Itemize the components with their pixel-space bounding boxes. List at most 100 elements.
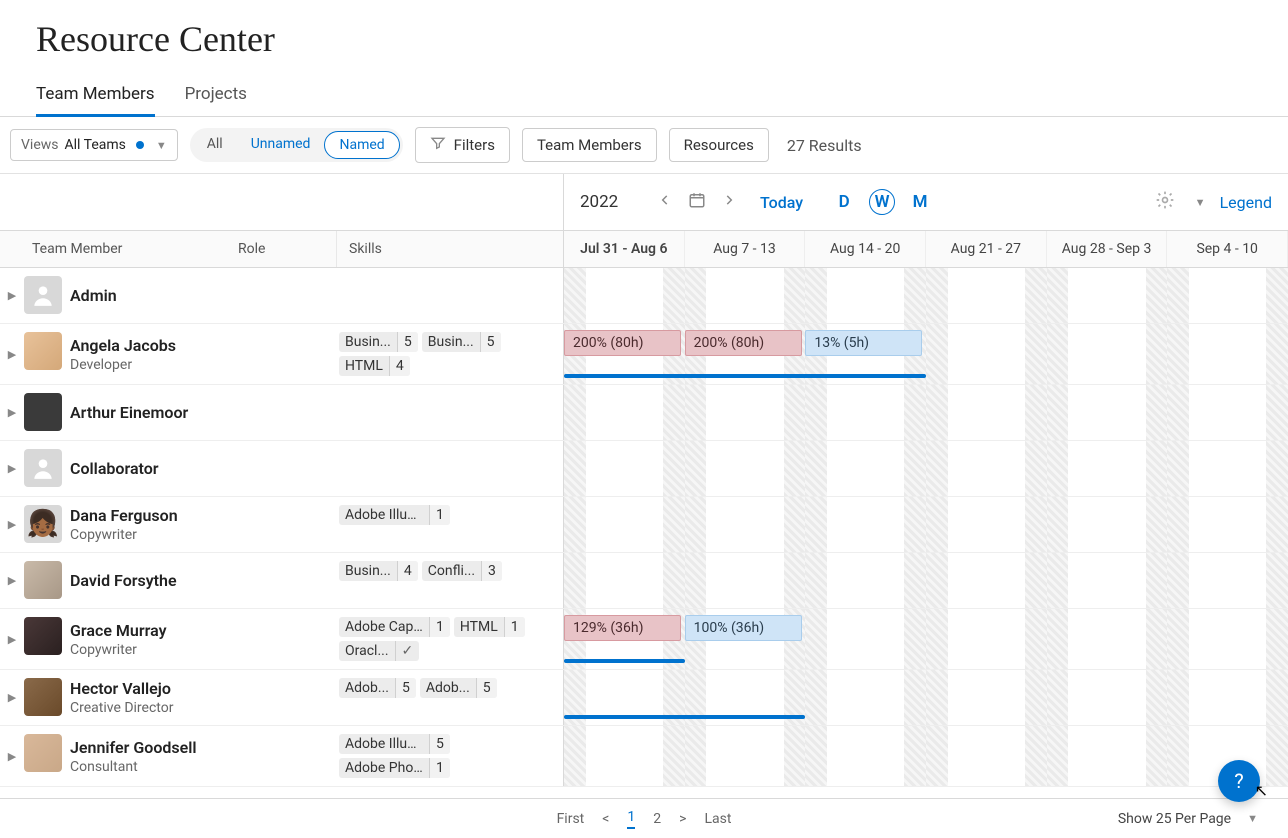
pager-last[interactable]: Last [704, 811, 731, 827]
skills-cell: Adobe Illustrator5Adobe Photoshop1 [339, 732, 563, 780]
pill-unnamed[interactable]: Unnamed [237, 131, 325, 159]
week-header[interactable]: Jul 31 - Aug 6 [564, 231, 685, 267]
member-name: Angela Jacobs [70, 336, 230, 355]
week-header[interactable]: Aug 21 - 27 [926, 231, 1047, 267]
tab-team-members[interactable]: Team Members [36, 84, 155, 116]
member-name: Hector Vallejo [70, 679, 230, 698]
pager-page-2[interactable]: 2 [653, 811, 661, 827]
expand-row-icon[interactable]: ▶ [0, 447, 24, 490]
views-indicator-dot [136, 141, 144, 149]
member-role: Copywriter [70, 642, 230, 658]
skill-chip[interactable]: Adob...5 [420, 678, 497, 698]
week-header[interactable]: Sep 4 - 10 [1167, 231, 1288, 267]
skill-level: 1 [504, 617, 525, 637]
today-link[interactable]: Today [760, 193, 803, 212]
allocation-bar[interactable]: 200% (80h) [564, 330, 681, 356]
settings-chevron-down-icon[interactable]: ▼ [1195, 196, 1206, 209]
pager-prev[interactable]: < [602, 811, 609, 827]
gear-icon[interactable] [1155, 190, 1175, 214]
member-role: Consultant [70, 759, 230, 775]
split-left-spacer [0, 174, 564, 230]
skill-level: 5 [429, 734, 450, 754]
skill-chip[interactable]: Busin...5 [339, 332, 418, 352]
skill-name: Adobe Photoshop [339, 758, 429, 778]
member-role: Copywriter [70, 527, 230, 543]
skill-level: 1 [429, 758, 450, 778]
expand-row-icon[interactable]: ▶ [0, 559, 24, 602]
expand-row-icon[interactable]: ▶ [0, 391, 24, 434]
dwm-toggle: D W M [831, 189, 933, 215]
skill-chip[interactable]: Adob...5 [339, 678, 416, 698]
skill-name: HTML [339, 356, 389, 376]
table-row: ▶👧🏾Dana FergusonCopywriterAdobe Illustra… [0, 497, 1288, 553]
member-name: Dana Ferguson [70, 506, 230, 525]
pill-named[interactable]: Named [324, 131, 399, 159]
check-icon: ✓ [395, 641, 420, 661]
resources-button[interactable]: Resources [669, 128, 769, 162]
view-week[interactable]: W [869, 189, 895, 215]
avatar [24, 617, 62, 655]
skill-chip[interactable]: Adobe Illustrator1 [339, 505, 450, 525]
skill-chip[interactable]: Busin...5 [422, 332, 501, 352]
expand-row-icon[interactable]: ▶ [0, 732, 24, 780]
allocation-bar[interactable]: 100% (36h) [685, 615, 802, 641]
named-filter-group: All Unnamed Named [190, 128, 403, 162]
allocation-bar[interactable]: 13% (5h) [805, 330, 922, 356]
col-header-skills[interactable]: Skills [336, 231, 563, 267]
skill-level: 5 [395, 678, 416, 698]
col-header-role[interactable]: Role [226, 231, 336, 267]
tab-projects[interactable]: Projects [185, 84, 247, 116]
views-dropdown[interactable]: Views All Teams ▼ [10, 129, 178, 161]
skill-name: Adobe Captivate [339, 617, 429, 637]
views-label: Views [21, 137, 59, 153]
main-tabs: Team Members Projects [0, 60, 1288, 117]
prev-period-icon[interactable] [656, 192, 674, 212]
expand-row-icon[interactable]: ▶ [0, 330, 24, 378]
week-header[interactable]: Aug 28 - Sep 3 [1047, 231, 1168, 267]
view-day[interactable]: D [831, 189, 857, 215]
skill-level: 3 [481, 561, 502, 581]
table-row: ▶Arthur Einemoor [0, 385, 1288, 441]
per-page-chevron-down-icon: ▼ [1247, 812, 1258, 825]
skill-chip[interactable]: HTML4 [339, 356, 410, 376]
per-page-dropdown[interactable]: Show 25 Per Page ▼ [1118, 811, 1258, 827]
view-month[interactable]: M [907, 189, 933, 215]
allocation-underline [564, 659, 685, 663]
skill-chip[interactable]: HTML1 [454, 617, 525, 637]
skill-chip[interactable]: Adobe Photoshop1 [339, 758, 450, 778]
expand-row-icon[interactable]: ▶ [0, 676, 24, 719]
week-header[interactable]: Aug 7 - 13 [685, 231, 806, 267]
week-header[interactable]: Aug 14 - 20 [805, 231, 926, 267]
skill-name: Adobe Illustrator [339, 505, 429, 525]
next-period-icon[interactable] [720, 192, 738, 212]
help-fab[interactable]: ? [1218, 760, 1260, 802]
skill-level: 1 [429, 617, 450, 637]
expand-row-icon[interactable]: ▶ [0, 274, 24, 317]
calendar-icon[interactable] [688, 191, 706, 214]
expand-row-icon[interactable]: ▶ [0, 615, 24, 663]
avatar [24, 393, 62, 431]
skill-chip[interactable]: Confli...3 [422, 561, 502, 581]
skills-cell: Busin...4Confli...3 [339, 559, 563, 602]
filters-button[interactable]: Filters [415, 127, 510, 163]
avatar [24, 449, 62, 487]
page-title: Resource Center [36, 18, 1252, 60]
skill-name: Adobe Illustrator [339, 734, 429, 754]
allocation-bar[interactable]: 200% (80h) [685, 330, 802, 356]
allocation-bar[interactable]: 129% (36h) [564, 615, 681, 641]
pager-next[interactable]: > [679, 811, 686, 827]
expand-row-icon[interactable]: ▶ [0, 503, 24, 546]
legend-link[interactable]: Legend [1220, 193, 1272, 212]
allocation-underline [564, 374, 926, 378]
skill-chip[interactable]: Oracl...✓ [339, 641, 419, 661]
pager-page-1[interactable]: 1 [627, 809, 635, 829]
skill-chip[interactable]: Busin...4 [339, 561, 418, 581]
avatar [24, 734, 62, 772]
skill-chip[interactable]: Adobe Captivate1 [339, 617, 450, 637]
pill-all[interactable]: All [193, 131, 237, 159]
pager-first[interactable]: First [557, 811, 585, 827]
team-members-button[interactable]: Team Members [522, 128, 657, 162]
skill-chip[interactable]: Adobe Illustrator5 [339, 734, 450, 754]
col-header-member[interactable]: Team Member [0, 231, 226, 267]
member-name: Admin [70, 286, 230, 305]
